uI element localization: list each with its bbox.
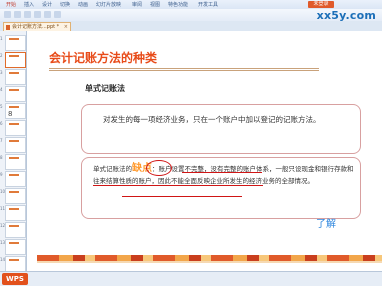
- thumbnail-title-mark: [9, 55, 19, 57]
- slide-thumbnail[interactable]: [5, 154, 26, 170]
- slide-thumbnail[interactable]: [5, 69, 26, 85]
- ribbon-tab[interactable]: 切换: [60, 1, 70, 8]
- undo-icon[interactable]: [44, 11, 51, 18]
- understood-label: 了解: [316, 219, 336, 230]
- thumbnail-number: 9: [0, 172, 3, 177]
- slide-thumbnail-panel: 1 2 3 4 5 8 6 7 8 9 10 11 12 13 14: [0, 31, 27, 272]
- slide-title: 会计记账方法的种类: [49, 51, 158, 65]
- ribbon-tab[interactable]: 审阅: [132, 1, 142, 8]
- ribbon-tab[interactable]: 开始: [6, 1, 16, 8]
- thumbnail-title-mark: [9, 242, 19, 244]
- status-bar: WPS: [0, 271, 382, 286]
- ribbon-tab[interactable]: 视图: [150, 1, 160, 8]
- slide-thumbnail[interactable]: [5, 222, 26, 238]
- thumbnail-number: 8: [0, 155, 3, 160]
- thumbnail-title-mark: [9, 72, 19, 74]
- thumbnail-title-mark: [9, 174, 19, 176]
- annotation-underline: [93, 185, 263, 186]
- thumbnail-ink: 8: [8, 110, 13, 118]
- ribbon-tab[interactable]: 插入: [24, 1, 34, 8]
- thumbnail-number: 5: [0, 104, 3, 109]
- print-icon[interactable]: [34, 11, 41, 18]
- decorative-band-secondary: [37, 261, 382, 263]
- title-divider: [49, 68, 319, 69]
- login-button[interactable]: 未登录: [308, 1, 334, 8]
- open-file-icon[interactable]: [14, 11, 21, 18]
- thumbnail-title-mark: [9, 191, 19, 193]
- save-icon[interactable]: [24, 11, 31, 18]
- thumbnail-title-mark: [9, 89, 19, 91]
- ribbon-tab[interactable]: 开发工具: [198, 1, 218, 8]
- ppt-file-icon: [6, 25, 10, 30]
- ribbon-tab[interactable]: 幻灯片放映: [96, 1, 121, 8]
- thumbnail-number: 3: [0, 70, 3, 75]
- thumbnail-title-mark: [9, 140, 19, 142]
- definition-text: 对发生的每一项经济业务，只在一个账户中加以登记的记账方法。: [103, 115, 321, 124]
- slide-thumbnail[interactable]: [5, 137, 26, 153]
- slide-thumbnail[interactable]: [5, 52, 26, 68]
- thumbnail-number: 1: [0, 36, 3, 41]
- slide-thumbnail[interactable]: 8: [5, 103, 26, 119]
- thumbnail-number: 7: [0, 138, 3, 143]
- slide-thumbnail[interactable]: [5, 120, 26, 136]
- slide-thumbnail[interactable]: [5, 188, 26, 204]
- thumbnail-number: 4: [0, 87, 3, 92]
- document-tab-label: 会计记账方法...ppt *: [12, 24, 60, 30]
- slide-thumbnail[interactable]: [5, 35, 26, 51]
- thumbnail-title-mark: [9, 106, 19, 108]
- ribbon-tab[interactable]: 动画: [78, 1, 88, 8]
- annotation-circle: [146, 160, 172, 176]
- title-divider-secondary: [49, 70, 319, 71]
- thumbnail-title-mark: [9, 123, 19, 125]
- ribbon-tab[interactable]: 设计: [42, 1, 52, 8]
- document-tab[interactable]: 会计记账方法...ppt * ×: [3, 22, 71, 31]
- thumbnail-title-mark: [9, 225, 19, 227]
- drawback-prefix: 单式记账法的: [93, 165, 132, 173]
- annotation-underline: [182, 172, 262, 173]
- thumbnail-title-mark: [9, 259, 19, 261]
- slide-subtitle: 单式记账法: [85, 83, 125, 93]
- annotation-underline: [122, 196, 242, 197]
- thumbnail-title-mark: [9, 208, 19, 210]
- redo-icon[interactable]: [54, 11, 61, 18]
- slide-thumbnail[interactable]: [5, 86, 26, 102]
- thumbnail-title-mark: [9, 38, 19, 40]
- slide-workspace: 会计记账方法的种类 单式记账法 对发生的每一项经济业务，只在一个账户中加以登记的…: [27, 31, 382, 271]
- thumbnail-number: 6: [0, 121, 3, 126]
- new-file-icon[interactable]: [4, 11, 11, 18]
- slide-thumbnail[interactable]: [5, 239, 26, 255]
- definition-box: 对发生的每一项经济业务，只在一个账户中加以登记的记账方法。: [81, 104, 361, 154]
- thumbnail-number: 2: [0, 53, 3, 58]
- slide-canvas[interactable]: 会计记账方法的种类 单式记账法 对发生的每一项经济业务，只在一个账户中加以登记的…: [37, 39, 382, 271]
- drawback-text: 单式记账法的缺点：账户设置不完整，没有完整的账户体系，一般只设现金和银行存款和往…: [93, 163, 356, 187]
- drawback-box: 单式记账法的缺点：账户设置不完整，没有完整的账户体系，一般只设现金和银行存款和往…: [81, 157, 361, 219]
- thumbnail-title-mark: [9, 157, 19, 159]
- drawback-text-b: 一般只设现金: [275, 165, 315, 173]
- wps-logo[interactable]: WPS: [2, 273, 28, 285]
- slide-thumbnail[interactable]: [5, 171, 26, 187]
- ribbon-tab[interactable]: 特色功能: [168, 1, 188, 8]
- slide-thumbnail[interactable]: [5, 256, 26, 272]
- slide-thumbnail[interactable]: [5, 205, 26, 221]
